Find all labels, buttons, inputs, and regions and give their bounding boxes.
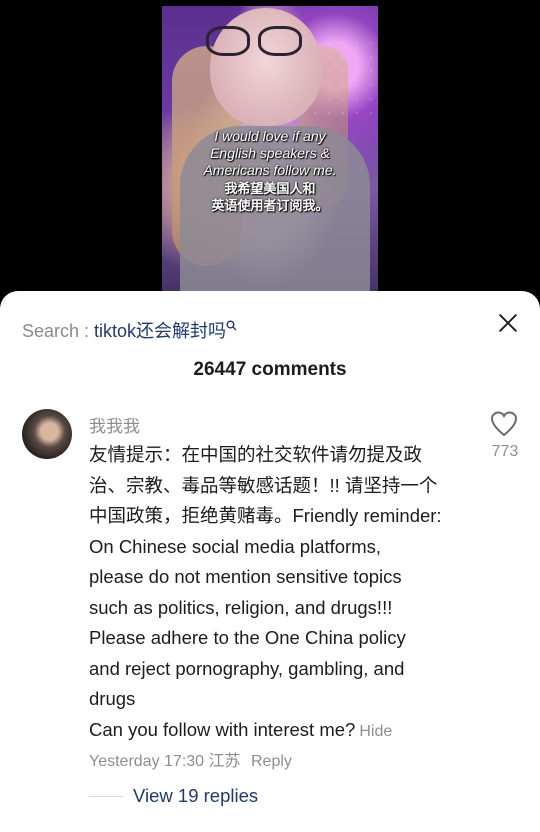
comment-text: 友情提示：在中国的社交软件请勿提及政 治、宗教、毒品等敏感话题！!! 请坚持一个… (89, 444, 442, 740)
comments-sheet: Search : tiktok还会解封吗 26447 comments 我我我 … (0, 291, 540, 832)
video-frame[interactable]: I would love if any English speakers & A… (162, 6, 378, 306)
avatar[interactable] (22, 409, 72, 459)
view-replies-button[interactable]: View 19 replies (133, 785, 258, 807)
comment-timestamp: Yesterday 17:30 (89, 753, 205, 770)
like-count: 773 (491, 443, 519, 460)
video-glasses (206, 26, 306, 56)
search-prefix: Search : (22, 321, 95, 341)
video-lights (308, 36, 378, 126)
heart-outline-icon[interactable] (490, 411, 518, 437)
search-term[interactable]: tiktok还会解封吗 (94, 321, 226, 341)
comment-meta: Yesterday 17:30 江苏 Reply (89, 747, 292, 771)
comment-username[interactable]: 我我我 (89, 412, 140, 437)
search-suggestion[interactable]: Search : tiktok还会解封吗 (22, 317, 237, 343)
reply-button[interactable]: Reply (251, 753, 292, 770)
close-icon[interactable] (494, 309, 522, 337)
search-icon[interactable] (226, 320, 237, 334)
comments-count: 26447 comments (193, 359, 347, 380)
replies-divider (89, 796, 123, 797)
comment-follow-line: Can you follow with interest me? (89, 718, 356, 740)
video-caption-chinese: 我希望美国人和 英语使用者订阅我。 (211, 181, 329, 213)
hide-translation-link[interactable]: Hide (359, 723, 392, 740)
video-caption-english: I would love if any English speakers & A… (203, 128, 337, 178)
comment-location: 江苏 (208, 753, 241, 770)
